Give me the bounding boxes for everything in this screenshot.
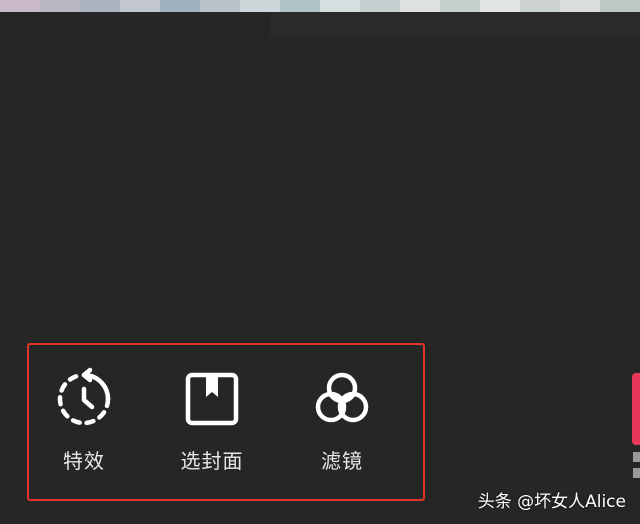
thumbnail-frame bbox=[40, 0, 80, 12]
effects-button[interactable]: 特效 bbox=[29, 367, 139, 473]
filter-circles-icon bbox=[315, 372, 369, 423]
right-edge-marks bbox=[633, 452, 640, 482]
thumbnail-frame bbox=[560, 0, 600, 12]
thumbnail-frame bbox=[600, 0, 640, 12]
video-preview bbox=[0, 12, 640, 334]
effects-timer-icon bbox=[57, 367, 111, 426]
thumbnail-frame bbox=[0, 0, 40, 12]
thumbnail-frame bbox=[80, 0, 120, 12]
thumbnail-frame bbox=[160, 0, 200, 12]
select-cover-button[interactable]: 选封面 bbox=[157, 367, 267, 473]
effects-label: 特效 bbox=[63, 449, 105, 473]
filter-label: 滤镜 bbox=[321, 449, 363, 473]
edge-mark bbox=[633, 468, 640, 478]
editing-toolbar: 特效 选封面 滤镜 bbox=[27, 343, 425, 501]
thumbnail-frame bbox=[520, 0, 560, 12]
thumbnail-frame bbox=[480, 0, 520, 12]
thumbnail-frame bbox=[280, 0, 320, 12]
filter-button[interactable]: 滤镜 bbox=[287, 367, 397, 473]
thumbnail-frame bbox=[120, 0, 160, 12]
next-button-edge[interactable] bbox=[632, 373, 640, 445]
thumbnail-frame bbox=[320, 0, 360, 12]
edge-mark bbox=[633, 452, 640, 462]
thumbnail-strip[interactable] bbox=[0, 0, 640, 12]
watermark: 头条 @坏女人Alice bbox=[477, 492, 626, 512]
thumbnail-frame bbox=[400, 0, 440, 12]
preview-shade bbox=[270, 12, 640, 38]
select-cover-label: 选封面 bbox=[180, 449, 244, 473]
cover-bookmark-icon bbox=[185, 372, 239, 426]
thumbnail-frame bbox=[240, 0, 280, 12]
thumbnail-frame bbox=[440, 0, 480, 12]
thumbnail-frame bbox=[200, 0, 240, 12]
thumbnail-frame bbox=[360, 0, 400, 12]
